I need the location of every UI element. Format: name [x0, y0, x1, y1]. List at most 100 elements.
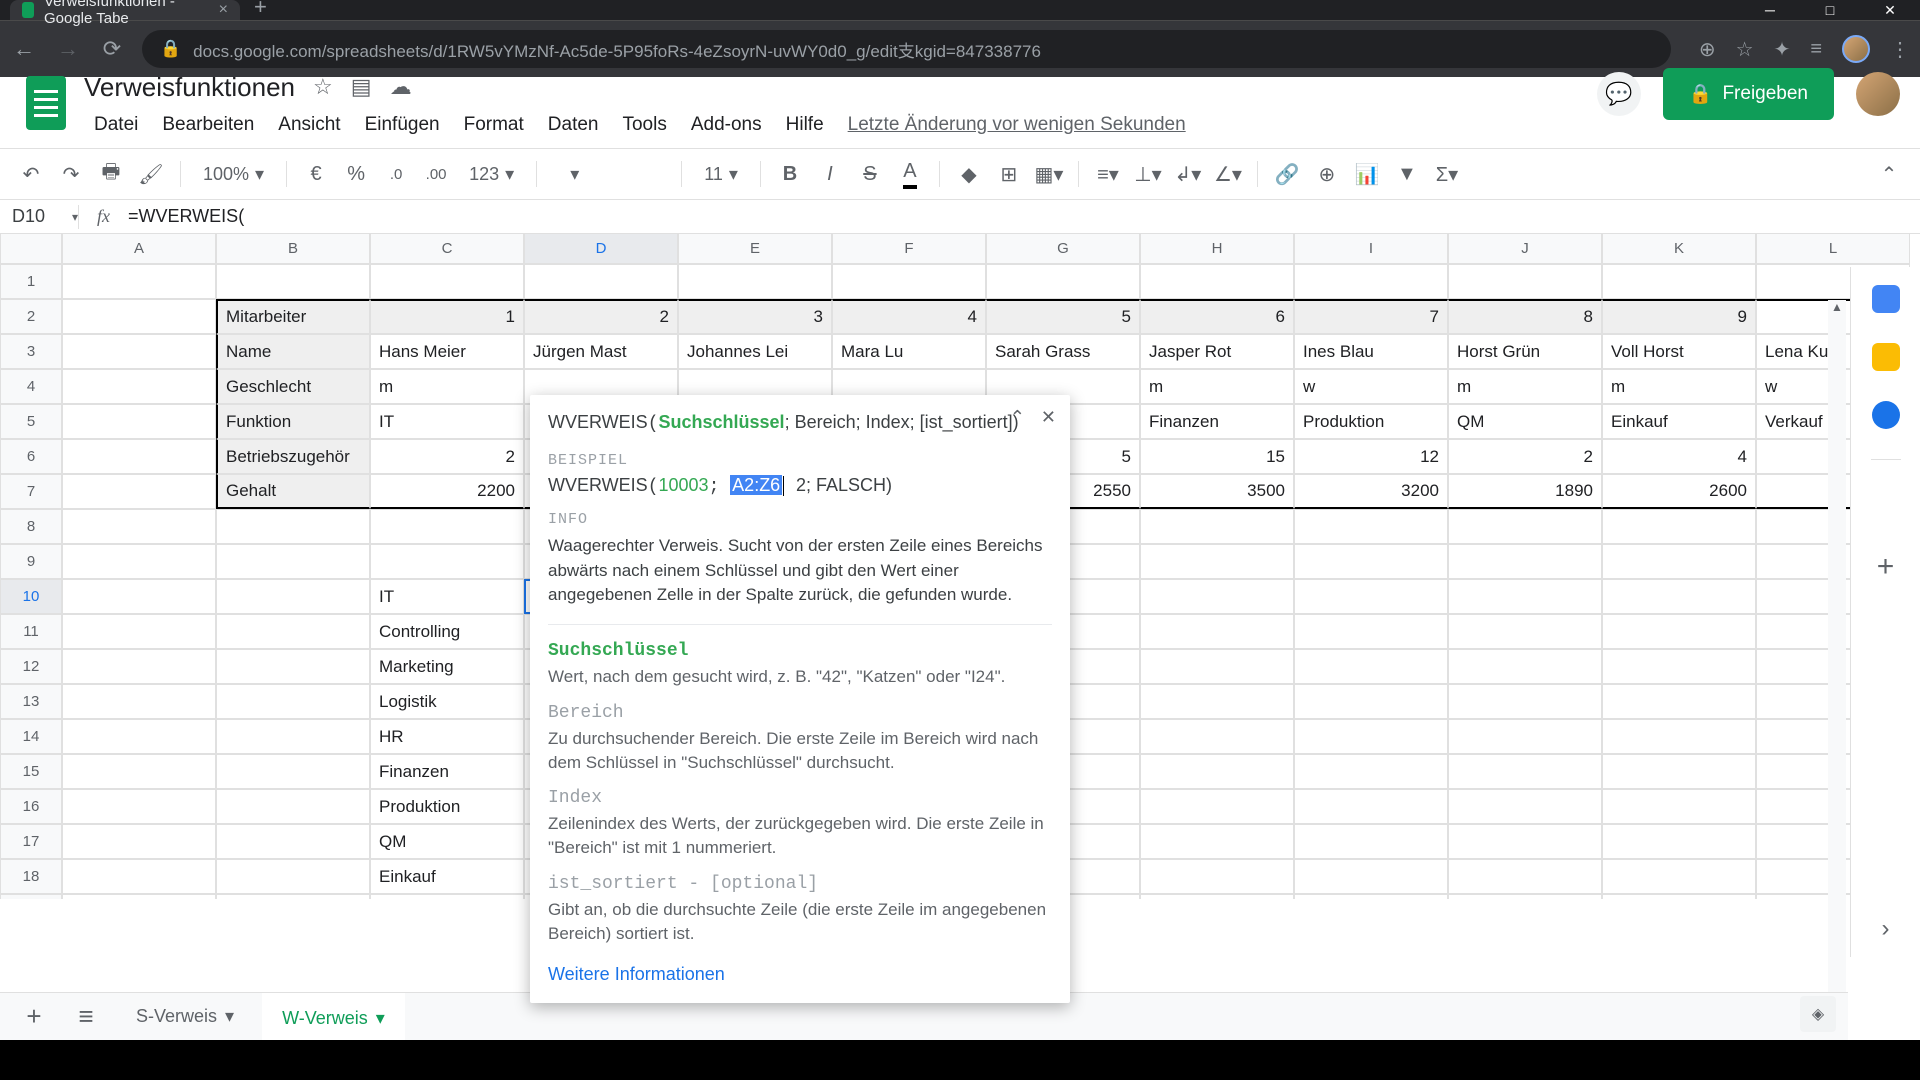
cell-K9[interactable]	[1602, 544, 1756, 579]
last-edit-label[interactable]: Letzte Änderung vor wenigen Sekunden	[838, 110, 1196, 140]
cell-J6[interactable]: 2	[1448, 439, 1602, 474]
row-header-13[interactable]: 13	[0, 684, 62, 719]
cell-C13[interactable]: Logistik	[370, 684, 524, 719]
cell-D1[interactable]	[524, 264, 678, 299]
cell-I4[interactable]: w	[1294, 369, 1448, 404]
collapse-toolbar-button[interactable]: ⌃	[1872, 157, 1906, 191]
row-header-4[interactable]: 4	[0, 369, 62, 404]
add-sheet-button[interactable]: +	[12, 995, 56, 1039]
tasks-icon[interactable]	[1872, 401, 1900, 429]
cell-E3[interactable]: Johannes Lei	[678, 334, 832, 369]
cell-H13[interactable]	[1140, 684, 1294, 719]
cell-J4[interactable]: m	[1448, 369, 1602, 404]
cell-H17[interactable]	[1140, 824, 1294, 859]
cell-K12[interactable]	[1602, 649, 1756, 684]
cell-C3[interactable]: Hans Meier	[370, 334, 524, 369]
cell-H15[interactable]	[1140, 754, 1294, 789]
cell-B13[interactable]	[216, 684, 370, 719]
cell-G1[interactable]	[986, 264, 1140, 299]
more-info-link[interactable]: Weitere Informationen	[548, 964, 1052, 985]
cell-C4[interactable]: m	[370, 369, 524, 404]
row-header-12[interactable]: 12	[0, 649, 62, 684]
cell-A18[interactable]	[62, 859, 216, 894]
formula-input[interactable]: =WVERWEIS(	[128, 206, 244, 227]
print-button[interactable]: 🖶	[94, 157, 128, 191]
cell-B14[interactable]	[216, 719, 370, 754]
close-icon[interactable]: ✕	[1041, 407, 1056, 428]
column-header-I[interactable]: I	[1294, 234, 1448, 264]
cell-C2[interactable]: 1	[370, 299, 524, 334]
row-header-19[interactable]: 19	[0, 894, 62, 899]
cell-K18[interactable]	[1602, 859, 1756, 894]
cell-J14[interactable]	[1448, 719, 1602, 754]
cell-F2[interactable]: 4	[832, 299, 986, 334]
name-box[interactable]: D10▾	[0, 206, 78, 227]
cell-I2[interactable]: 7	[1294, 299, 1448, 334]
column-header-H[interactable]: H	[1140, 234, 1294, 264]
cell-A13[interactable]	[62, 684, 216, 719]
menu-daten[interactable]: Daten	[538, 110, 609, 140]
minimize-button[interactable]: ─	[1740, 0, 1800, 20]
cell-J1[interactable]	[1448, 264, 1602, 299]
cell-A19[interactable]	[62, 894, 216, 899]
sheets-logo[interactable]	[20, 68, 72, 138]
row-header-7[interactable]: 7	[0, 474, 62, 509]
cell-H5[interactable]: Finanzen	[1140, 404, 1294, 439]
cell-H16[interactable]	[1140, 789, 1294, 824]
bold-button[interactable]: B	[773, 157, 807, 191]
currency-button[interactable]: €	[299, 157, 333, 191]
menu-einfuegen[interactable]: Einfügen	[355, 110, 450, 140]
keep-icon[interactable]	[1872, 343, 1900, 371]
cell-J2[interactable]: 8	[1448, 299, 1602, 334]
h-align-button[interactable]: ≡▾	[1091, 157, 1125, 191]
share-button[interactable]: 🔒 Freigeben	[1663, 68, 1834, 120]
fill-color-button[interactable]: ◆	[952, 157, 986, 191]
cell-B8[interactable]	[216, 509, 370, 544]
row-header-6[interactable]: 6	[0, 439, 62, 474]
cell-J19[interactable]	[1448, 894, 1602, 899]
zoom-select[interactable]: 100%▾	[193, 164, 274, 185]
cell-H2[interactable]: 6	[1140, 299, 1294, 334]
cell-J5[interactable]: QM	[1448, 404, 1602, 439]
cell-I1[interactable]	[1294, 264, 1448, 299]
cell-E2[interactable]: 3	[678, 299, 832, 334]
cell-J11[interactable]	[1448, 614, 1602, 649]
wrap-button[interactable]: ↲▾	[1171, 157, 1205, 191]
cell-I17[interactable]	[1294, 824, 1448, 859]
calendar-icon[interactable]	[1872, 285, 1900, 313]
cell-A2[interactable]	[62, 299, 216, 334]
font-size-select[interactable]: 11▾	[694, 164, 748, 185]
merge-button[interactable]: ▦▾	[1032, 157, 1066, 191]
cell-J3[interactable]: Horst Grün	[1448, 334, 1602, 369]
cell-C6[interactable]: 2	[370, 439, 524, 474]
cell-H18[interactable]	[1140, 859, 1294, 894]
column-header-A[interactable]: A	[62, 234, 216, 264]
decrease-decimal-button[interactable]: .0	[379, 157, 413, 191]
menu-icon[interactable]: ≡	[1810, 38, 1822, 61]
cell-K19[interactable]	[1602, 894, 1756, 899]
cell-J17[interactable]	[1448, 824, 1602, 859]
comments-button[interactable]: 💬	[1597, 72, 1641, 116]
cell-J8[interactable]	[1448, 509, 1602, 544]
row-header-3[interactable]: 3	[0, 334, 62, 369]
cell-I13[interactable]	[1294, 684, 1448, 719]
cell-H3[interactable]: Jasper Rot	[1140, 334, 1294, 369]
profile-avatar[interactable]	[1842, 35, 1870, 63]
row-header-1[interactable]: 1	[0, 264, 62, 299]
row-header-18[interactable]: 18	[0, 859, 62, 894]
menu-datei[interactable]: Datei	[84, 110, 148, 140]
cell-B3[interactable]: Name	[216, 334, 370, 369]
cell-J18[interactable]	[1448, 859, 1602, 894]
cell-H7[interactable]: 3500	[1140, 474, 1294, 509]
tab-close-icon[interactable]: ×	[219, 1, 228, 19]
collapse-icon[interactable]: ⌃	[1010, 407, 1025, 428]
cell-I14[interactable]	[1294, 719, 1448, 754]
cell-G3[interactable]: Sarah Grass	[986, 334, 1140, 369]
cell-I19[interactable]	[1294, 894, 1448, 899]
cell-H9[interactable]	[1140, 544, 1294, 579]
browser-tab[interactable]: Verweisfunktionen - Google Tabe ×	[10, 0, 240, 20]
cell-K2[interactable]: 9	[1602, 299, 1756, 334]
column-header-G[interactable]: G	[986, 234, 1140, 264]
bookmark-icon[interactable]: ☆	[1736, 37, 1754, 62]
cell-B12[interactable]	[216, 649, 370, 684]
